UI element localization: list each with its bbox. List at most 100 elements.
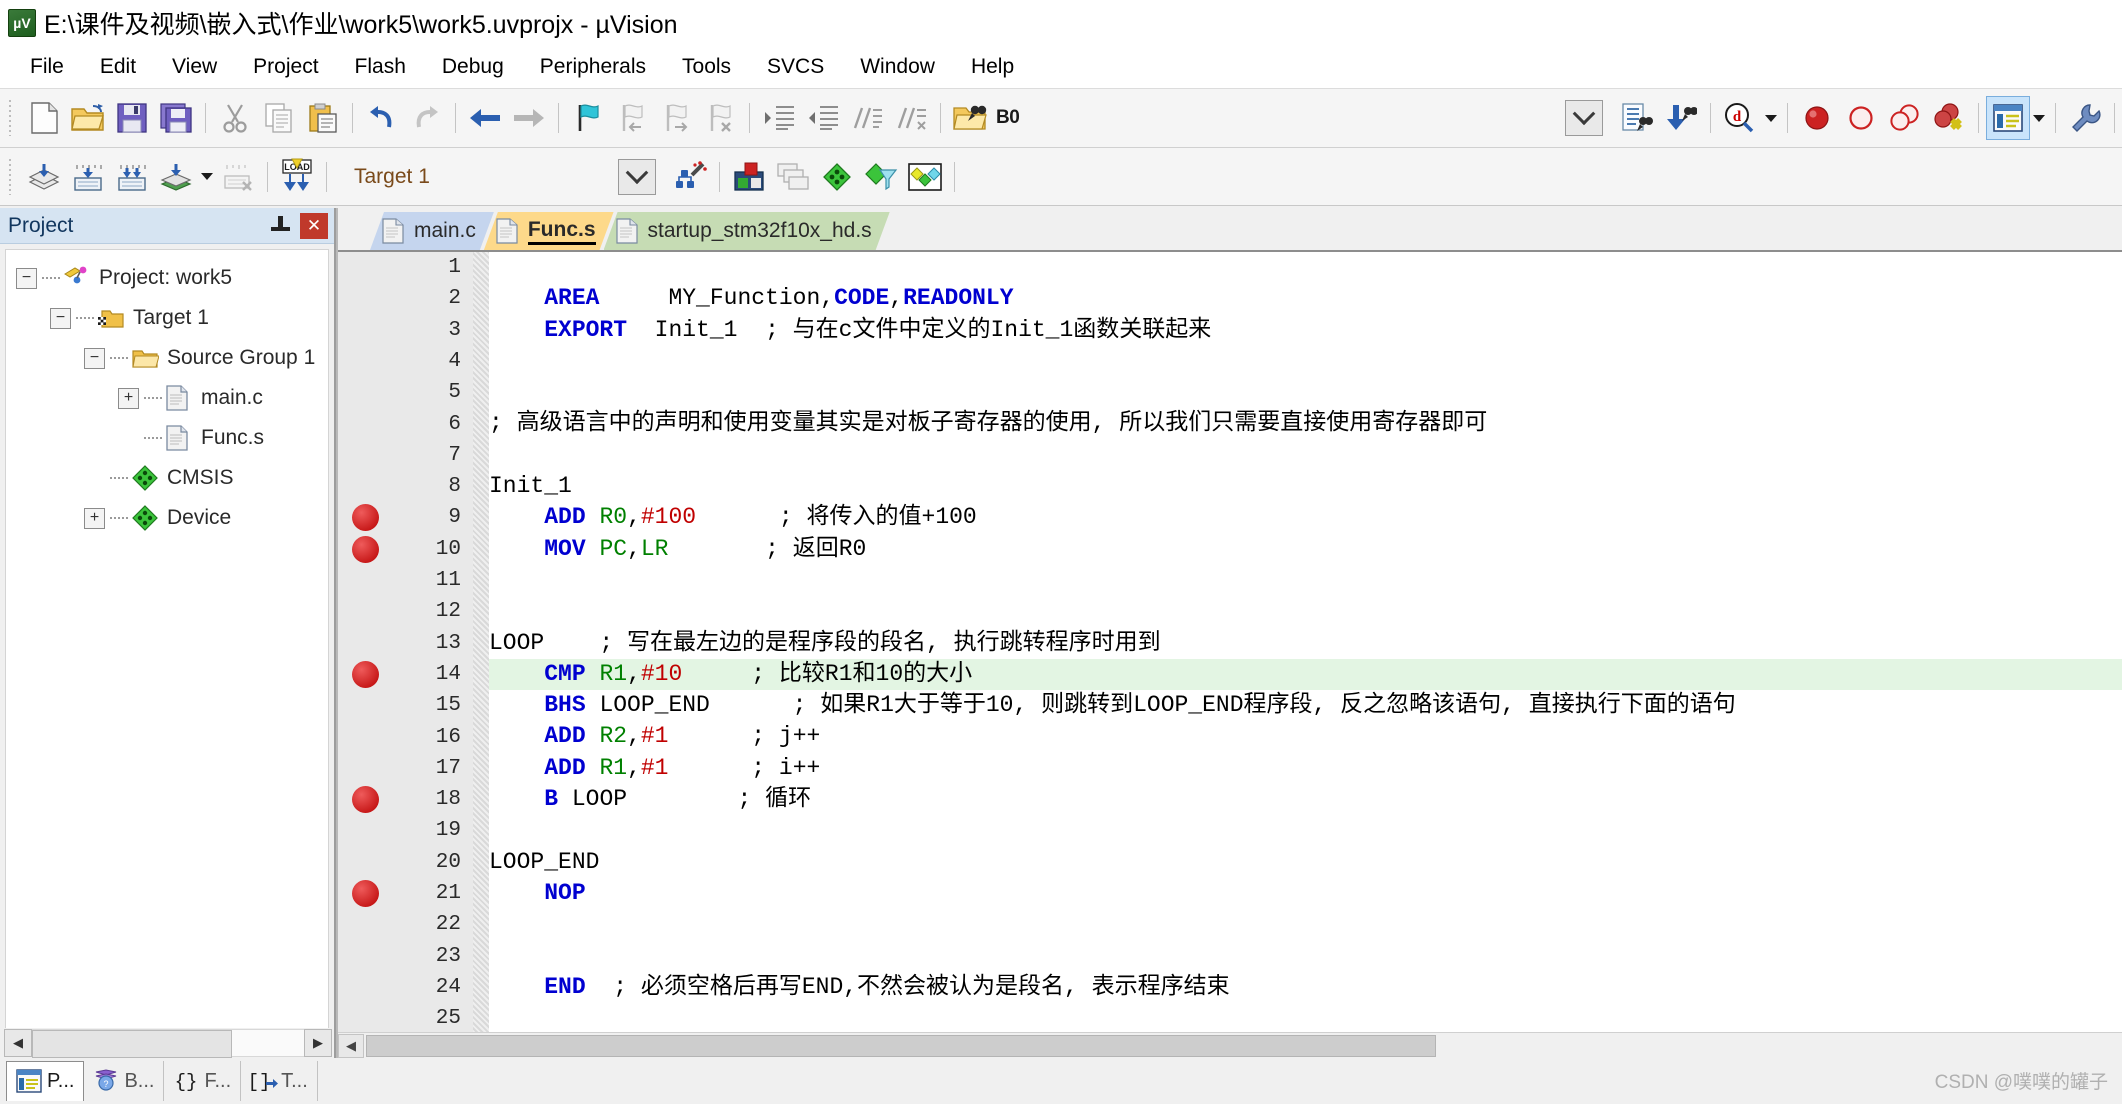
code-line[interactable]	[489, 377, 2122, 408]
tree-item-project[interactable]: − Project: work5	[6, 258, 328, 298]
tree-item-main-c[interactable]: + main.c	[6, 378, 328, 418]
find-next-icon[interactable]	[1659, 96, 1703, 140]
tree-item-func-s[interactable]: Func.s	[6, 418, 328, 458]
paste-icon[interactable]	[301, 96, 345, 140]
code-line[interactable]	[489, 815, 2122, 846]
tree-item-device[interactable]: + Device	[6, 498, 328, 538]
breakpoint-insert-icon[interactable]	[1795, 96, 1839, 140]
close-icon[interactable]: ✕	[300, 212, 328, 239]
build-icon[interactable]	[66, 155, 110, 199]
combo-dropdown-icon[interactable]	[1565, 100, 1603, 136]
menu-view[interactable]: View	[154, 51, 235, 83]
breakpoint-kill-all-icon[interactable]	[1927, 96, 1971, 140]
expander-plus-icon[interactable]: +	[118, 387, 139, 409]
code-line[interactable]: CMP R1,#10 ; 比较R1和10的大小	[489, 658, 2122, 691]
code-line[interactable]: MOV PC,LR ; 返回R0	[489, 534, 2122, 565]
menu-file[interactable]: File	[12, 51, 82, 83]
code-line[interactable]	[489, 941, 2122, 972]
code-line[interactable]: NOP	[489, 878, 2122, 909]
select-software-packs-icon[interactable]	[903, 155, 947, 199]
window-manager-dropdown-icon[interactable]	[2030, 96, 2048, 140]
configuration-wizard-icon[interactable]	[2063, 96, 2107, 140]
code-line[interactable]	[489, 440, 2122, 471]
open-file-icon[interactable]	[66, 96, 110, 140]
navigate-forward-icon[interactable]	[507, 96, 551, 140]
project-tree[interactable]: − Project: work5 − Target 1 − Source Gro…	[5, 249, 329, 1039]
bottom-tab-functions[interactable]: {} F...	[164, 1061, 242, 1101]
undo-icon[interactable]	[360, 96, 404, 140]
expander-minus-icon[interactable]: −	[16, 267, 37, 289]
multi-project-icon[interactable]	[771, 155, 815, 199]
code-line[interactable]: Init_1	[489, 471, 2122, 502]
code-line[interactable]	[489, 909, 2122, 940]
rebuild-icon[interactable]	[110, 155, 154, 199]
debug-find-icon[interactable]: d	[1718, 96, 1762, 140]
indent-icon[interactable]	[757, 96, 801, 140]
expander-minus-icon[interactable]: −	[50, 307, 71, 329]
pack-installer-icon[interactable]	[815, 155, 859, 199]
code-line[interactable]	[489, 565, 2122, 596]
code-line[interactable]: LOOP ; 写在最左边的是程序段的段名, 执行跳转程序时用到	[489, 628, 2122, 659]
new-file-icon[interactable]	[22, 96, 66, 140]
download-icon[interactable]: LOAD	[275, 155, 319, 199]
breakpoint-disable-all-icon[interactable]	[1883, 96, 1927, 140]
editor-hscrollbar[interactable]: ◀	[338, 1032, 2122, 1058]
menu-peripherals[interactable]: Peripherals	[522, 51, 664, 83]
debug-find-dropdown-icon[interactable]	[1762, 96, 1780, 140]
scroll-track[interactable]	[32, 1029, 304, 1058]
find-icon[interactable]	[1615, 96, 1659, 140]
tab-main-c[interactable]: main.c	[370, 212, 494, 250]
tree-item-source-group[interactable]: − Source Group 1	[6, 338, 328, 378]
bottom-tab-project[interactable]: P...	[6, 1061, 85, 1101]
bookmark-field-label[interactable]: B0	[996, 107, 1020, 129]
toolbar-grip[interactable]	[4, 100, 16, 136]
scroll-right-icon[interactable]: ▶	[304, 1029, 332, 1057]
cut-icon[interactable]	[213, 96, 257, 140]
code-line[interactable]	[489, 596, 2122, 627]
bottom-tab-templates[interactable]: [] T...	[241, 1061, 318, 1101]
scroll-left-icon[interactable]: ◀	[338, 1033, 364, 1058]
code-line[interactable]: END ; 必须空格后再写END,不然会被认为是段名, 表示程序结束	[489, 972, 2122, 1003]
code-line[interactable]	[489, 1003, 2122, 1034]
code-line[interactable]: BHS LOOP_END ; 如果R1大于等于10, 则跳转到LOOP_END程…	[489, 690, 2122, 721]
code-line[interactable]	[489, 252, 2122, 283]
folding-margin[interactable]	[473, 252, 489, 1058]
code-line[interactable]: AREA MY_Function,CODE,READONLY	[489, 283, 2122, 314]
code-line[interactable]: ADD R1,#1 ; i++	[489, 753, 2122, 784]
save-icon[interactable]	[110, 96, 154, 140]
scroll-left-icon[interactable]: ◀	[4, 1029, 32, 1057]
navigate-back-icon[interactable]	[463, 96, 507, 140]
menu-project[interactable]: Project	[235, 51, 336, 83]
redo-icon[interactable]	[404, 96, 448, 140]
scroll-thumb[interactable]	[366, 1034, 1436, 1057]
code-line[interactable]: ; 高级语言中的声明和使用变量其实是对板子寄存器的使用, 所以我们只需要直接使用…	[489, 408, 2122, 439]
menu-help[interactable]: Help	[953, 51, 1032, 83]
window-manager-icon[interactable]	[1986, 96, 2030, 140]
code-line[interactable]: ADD R0,#100 ; 将传入的值+100	[489, 502, 2122, 533]
breakpoint-marker[interactable]	[352, 535, 379, 563]
breakpoint-marker[interactable]	[352, 880, 379, 907]
expander-plus-icon[interactable]: +	[84, 507, 105, 529]
save-all-icon[interactable]	[154, 96, 198, 140]
manage-project-items-icon[interactable]	[727, 155, 771, 199]
stop-build-icon[interactable]	[216, 155, 260, 199]
outdent-icon[interactable]	[801, 96, 845, 140]
code-line[interactable]: B LOOP ; 循环	[489, 784, 2122, 815]
pin-icon[interactable]	[268, 213, 294, 239]
code-line[interactable]: EXPORT Init_1 ; 与在c文件中定义的Init_1函数关联起来	[489, 315, 2122, 346]
menu-tools[interactable]: Tools	[664, 51, 749, 83]
expander-minus-icon[interactable]: −	[84, 347, 105, 369]
bookmark-next-icon[interactable]	[654, 96, 698, 140]
batch-build-icon[interactable]	[154, 155, 198, 199]
manage-run-environment-icon[interactable]	[859, 155, 903, 199]
menu-svcs[interactable]: SVCS	[749, 51, 842, 83]
menu-flash[interactable]: Flash	[337, 51, 424, 83]
translate-icon[interactable]	[22, 155, 66, 199]
menu-edit[interactable]: Edit	[82, 51, 154, 83]
tree-item-cmsis[interactable]: CMSIS	[6, 458, 328, 498]
code-lines[interactable]: AREA MY_Function,CODE,READONLY EXPORT In…	[489, 252, 2122, 1058]
tab-startup-stm32f10x-hd-s[interactable]: startup_stm32f10x_hd.s	[604, 212, 890, 250]
code-editor[interactable]: AREA MY_Function,CODE,READONLY EXPORT In…	[338, 252, 2122, 1058]
bookmark-clear-icon[interactable]	[698, 96, 742, 140]
menu-window[interactable]: Window	[842, 51, 953, 83]
